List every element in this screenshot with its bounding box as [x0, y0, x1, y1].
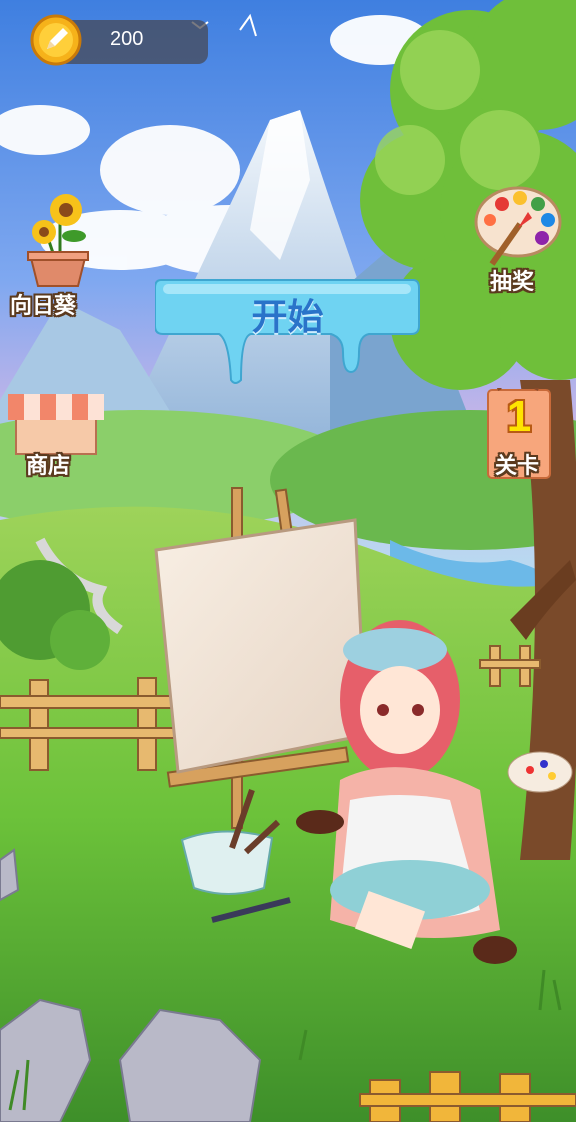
shop-button[interactable]: 商店 — [8, 390, 104, 482]
level-number: 1 — [506, 392, 532, 441]
lottery-label: 抽奖 — [490, 270, 535, 295]
coin-amount: 200 — [110, 28, 144, 50]
level-button[interactable]: 1 关卡 — [486, 367, 552, 480]
shop-label: 商店 — [26, 454, 71, 479]
lottery-button[interactable]: 抽奖 — [470, 184, 562, 296]
start-button[interactable]: 开始 — [154, 276, 420, 386]
start-label: 开始 — [251, 297, 324, 338]
level-label: 关卡 — [495, 454, 540, 479]
background-scene — [0, 0, 576, 1122]
sunflower-label: 向日葵 — [10, 294, 77, 319]
sunflower-pot-icon — [20, 192, 92, 292]
sunflower-button[interactable]: 向日葵 — [10, 192, 100, 319]
paint-palette-icon — [472, 184, 562, 274]
coin-pencil-icon — [30, 14, 82, 66]
coin-counter: 200 — [30, 14, 208, 66]
